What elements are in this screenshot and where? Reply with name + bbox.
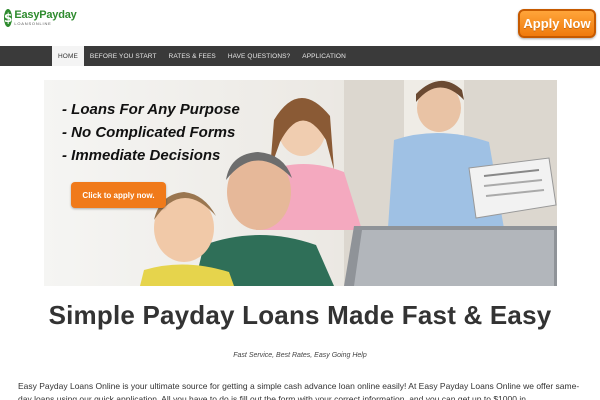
nav-item-home[interactable]: HOME: [52, 46, 84, 66]
dollar-icon: $: [4, 9, 13, 27]
logo-sub-text: LOANSONLINE: [14, 21, 52, 26]
hero-bullet: - No Complicated Forms: [62, 124, 236, 141]
main-nav: HOME BEFORE YOU START RATES & FEES HAVE …: [0, 46, 600, 66]
hero-banner[interactable]: - Loans For Any Purpose - No Complicated…: [44, 80, 557, 286]
hero-apply-button[interactable]: Click to apply now.: [71, 182, 166, 208]
nav-item-have-questions[interactable]: HAVE QUESTIONS?: [222, 46, 296, 66]
hero-bullet: - Immediate Decisions: [62, 147, 221, 164]
nav-item-application[interactable]: APPLICATION: [296, 46, 352, 66]
site-header: $ EasyPayday LOANSONLINE Apply Now: [0, 0, 600, 46]
apply-now-button[interactable]: Apply Now: [518, 9, 596, 38]
logo-main-text: EasyPayday: [14, 9, 77, 21]
tagline: Fast Service, Best Rates, Easy Going Hel…: [233, 352, 367, 359]
hero-bullet: - Loans For Any Purpose: [62, 101, 240, 118]
nav-item-rates-fees[interactable]: RATES & FEES: [163, 46, 222, 66]
site-logo[interactable]: $ EasyPayday LOANSONLINE: [4, 6, 77, 30]
intro-paragraph: Easy Payday Loans Online is your ultimat…: [18, 381, 580, 400]
hero-bullets: - Loans For Any Purpose - No Complicated…: [62, 98, 240, 167]
nav-items: HOME BEFORE YOU START RATES & FEES HAVE …: [52, 46, 352, 66]
nav-item-before-you-start[interactable]: BEFORE YOU START: [84, 46, 163, 66]
page-title: Simple Payday Loans Made Fast & Easy: [48, 300, 552, 330]
logo-text: EasyPayday LOANSONLINE: [14, 10, 76, 26]
